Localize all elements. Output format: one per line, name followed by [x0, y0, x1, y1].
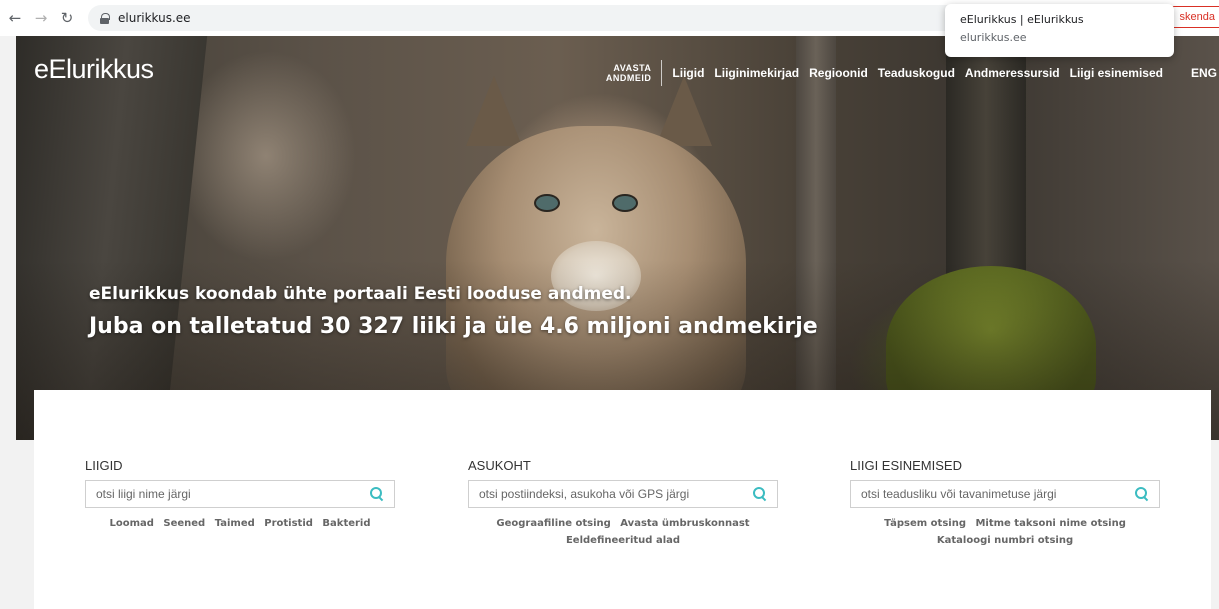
nav-liiginimekirjad[interactable]: Liiginimekirjad — [714, 66, 799, 80]
nav-andmeressursid[interactable]: Andmeressursid — [965, 66, 1060, 80]
nav-avasta-line1: AVASTA — [613, 63, 652, 73]
location-search-links: Geograafiline otsing Avasta ümbruskonnas… — [468, 515, 778, 549]
tooltip-title: eElurikkus | eElurikkus — [960, 13, 1084, 26]
tab-hover-tooltip: eElurikkus | eElurikkus elurikkus.ee — [945, 4, 1174, 57]
main-navigation: AVASTA ANDMEID Liigid Liiginimekirjad Re… — [606, 60, 1219, 86]
address-url: elurikkus.ee — [118, 11, 191, 25]
location-search-input[interactable] — [479, 487, 739, 501]
link-protistid[interactable]: Protistid — [264, 518, 313, 529]
nav-language-eng[interactable]: ENG — [1191, 66, 1217, 80]
nav-liigid[interactable]: Liigid — [672, 66, 704, 80]
species-search-box — [85, 480, 395, 508]
hero-photo-lynx-eye-left — [536, 196, 558, 210]
link-loomad[interactable]: Loomad — [109, 518, 153, 529]
nav-liigi-esinemised[interactable]: Liigi esinemised — [1070, 66, 1163, 80]
tooltip-url: elurikkus.ee — [960, 31, 1027, 44]
occurrence-search-title: LIIGI ESINEMISED — [850, 458, 962, 473]
link-kataloogi-numbri-otsing[interactable]: Kataloogi numbri otsing — [937, 535, 1073, 546]
location-search-section: ASUKOHT Geograafiline otsing Avasta ümbr… — [468, 458, 778, 549]
hero-tagline: eElurikkus koondab ühte portaali Eesti l… — [89, 284, 632, 304]
nav-regioonid[interactable]: Regioonid — [809, 66, 868, 80]
link-tapsem-otsing[interactable]: Täpsem otsing — [884, 518, 966, 529]
location-search-title: ASUKOHT — [468, 458, 531, 473]
link-seened[interactable]: Seened — [163, 518, 205, 529]
search-panel: LIIGID Loomad Seened Taimed Protistid Ba… — [34, 390, 1211, 609]
nav-avasta-andmeid[interactable]: AVASTA ANDMEID — [606, 60, 663, 86]
species-category-links: Loomad Seened Taimed Protistid Bakterid — [85, 515, 395, 532]
hero-text: eElurikkus koondab ühte portaali Eesti l… — [89, 284, 818, 339]
link-avasta-umbruskonnast[interactable]: Avasta ümbruskonnast — [620, 518, 749, 529]
species-search-title: LIIGID — [85, 458, 123, 473]
occurrence-search-box — [850, 480, 1160, 508]
forward-arrow-icon[interactable]: → — [30, 7, 52, 29]
address-bar[interactable]: elurikkus.ee — [88, 5, 988, 31]
location-search-box — [468, 480, 778, 508]
search-icon[interactable] — [1135, 487, 1149, 501]
link-geograafiline-otsing[interactable]: Geograafiline otsing — [496, 518, 610, 529]
link-eeldefineeritud-alad[interactable]: Eeldefineeritud alad — [566, 535, 680, 546]
site-logo[interactable]: eElurikkus — [34, 54, 154, 85]
search-icon[interactable] — [370, 487, 384, 501]
link-taimed[interactable]: Taimed — [215, 518, 255, 529]
link-bakterid[interactable]: Bakterid — [322, 518, 370, 529]
species-search-section: LIIGID Loomad Seened Taimed Protistid Ba… — [85, 458, 395, 532]
hero-photo-lynx-ear-right — [656, 76, 712, 146]
occurrence-search-links: Täpsem otsing Mitme taksoni nime otsing … — [850, 515, 1160, 549]
nav-teaduskogud[interactable]: Teaduskogud — [878, 66, 955, 80]
link-mitme-taksoni-nime-otsing[interactable]: Mitme taksoni nime otsing — [975, 518, 1125, 529]
occurrence-search-input[interactable] — [861, 487, 1121, 501]
nav-avasta-line2: ANDMEID — [605, 73, 652, 83]
hero-stats: Juba on talletatud 30 327 liiki ja üle 4… — [89, 314, 818, 339]
species-search-input[interactable] — [96, 487, 356, 501]
partial-tab-label[interactable]: skenda — [1170, 6, 1219, 28]
search-icon[interactable] — [753, 487, 767, 501]
reload-icon[interactable]: ↻ — [56, 7, 78, 29]
hero-banner: eElurikkus AVASTA ANDMEID Liigid Liigini… — [16, 36, 1219, 440]
back-arrow-icon[interactable]: ← — [4, 7, 26, 29]
occurrence-search-section: LIIGI ESINEMISED Täpsem otsing Mitme tak… — [850, 458, 1160, 549]
hero-photo-lynx-ear-left — [466, 76, 522, 146]
hero-photo-lynx-eye-right — [614, 196, 636, 210]
lock-icon[interactable] — [100, 12, 110, 24]
